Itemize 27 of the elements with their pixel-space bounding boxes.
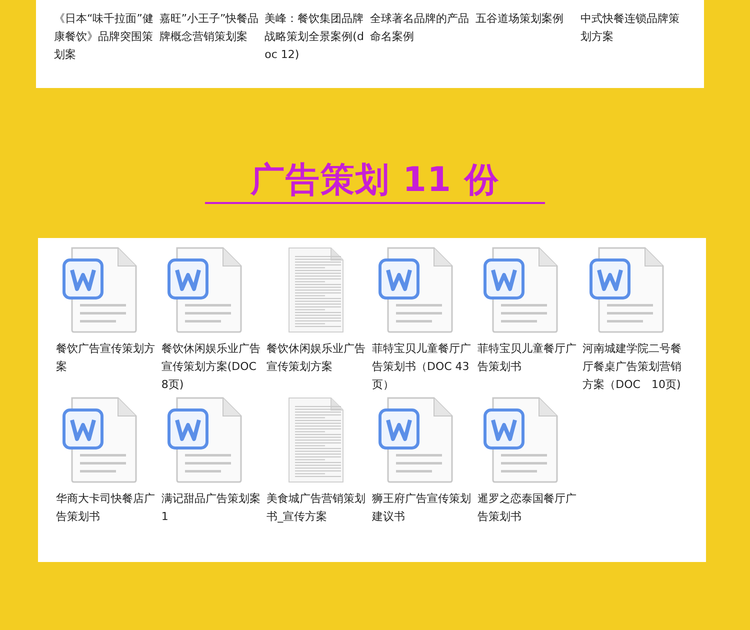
file-name[interactable]: 河南城建学院二号餐厅餐桌广告策划营销方案（DOC 10页) xyxy=(582,340,683,394)
word-document-icon xyxy=(167,246,244,334)
word-document-icon xyxy=(378,396,454,484)
file-name[interactable]: 《日本“味千拉面”健康餐饮》品牌突围策划案 xyxy=(54,10,154,88)
file-name[interactable]: 菲特宝贝儿童餐厅广告策划书 xyxy=(477,340,578,376)
file-name[interactable]: 五谷道场策划案例 xyxy=(475,10,576,88)
file-name[interactable]: 餐饮休闲娱乐业广告宣传策划方案(DOC 8页) xyxy=(161,340,262,394)
file-name[interactable]: 中式快餐连锁品牌策划方案 xyxy=(580,10,681,88)
file-name[interactable]: 全球著名品牌的产品命名案例 xyxy=(370,10,470,88)
word-document-icon xyxy=(167,396,244,484)
file-name[interactable]: 美食城广告营销策划书_宣传方案 xyxy=(266,490,367,526)
file-name[interactable]: 餐饮广告宣传策划方案 xyxy=(56,340,156,376)
word-document-icon xyxy=(62,396,138,484)
section-title: 广告策划 11 份 xyxy=(204,158,546,204)
word-document-icon xyxy=(483,396,560,484)
file-name[interactable]: 美峰：餐饮集团品牌战略策划全景案例(doc 12) xyxy=(264,10,365,88)
word-document-icon xyxy=(483,246,560,334)
file-name[interactable]: 餐饮休闲娱乐业广告宣传策划方案 xyxy=(266,340,367,376)
file-name[interactable]: 嘉旺”小王子”快餐品牌概念营销策划案 xyxy=(159,10,260,88)
file-name[interactable]: 暹罗之恋泰国餐厅广告策划书 xyxy=(477,490,578,526)
word-document-icon xyxy=(62,246,138,334)
file-name[interactable]: 华商大卡司快餐店广告策划书 xyxy=(56,490,156,526)
word-document-icon xyxy=(588,246,665,334)
word-document-icon xyxy=(378,246,454,334)
file-name[interactable]: 菲特宝贝儿童餐厅广告策划书（DOC 43页） xyxy=(372,340,472,394)
file-name[interactable]: 狮王府广告宣传策划建议书 xyxy=(372,490,472,526)
file-name[interactable]: 满记甜品广告策划案1 xyxy=(161,490,262,526)
